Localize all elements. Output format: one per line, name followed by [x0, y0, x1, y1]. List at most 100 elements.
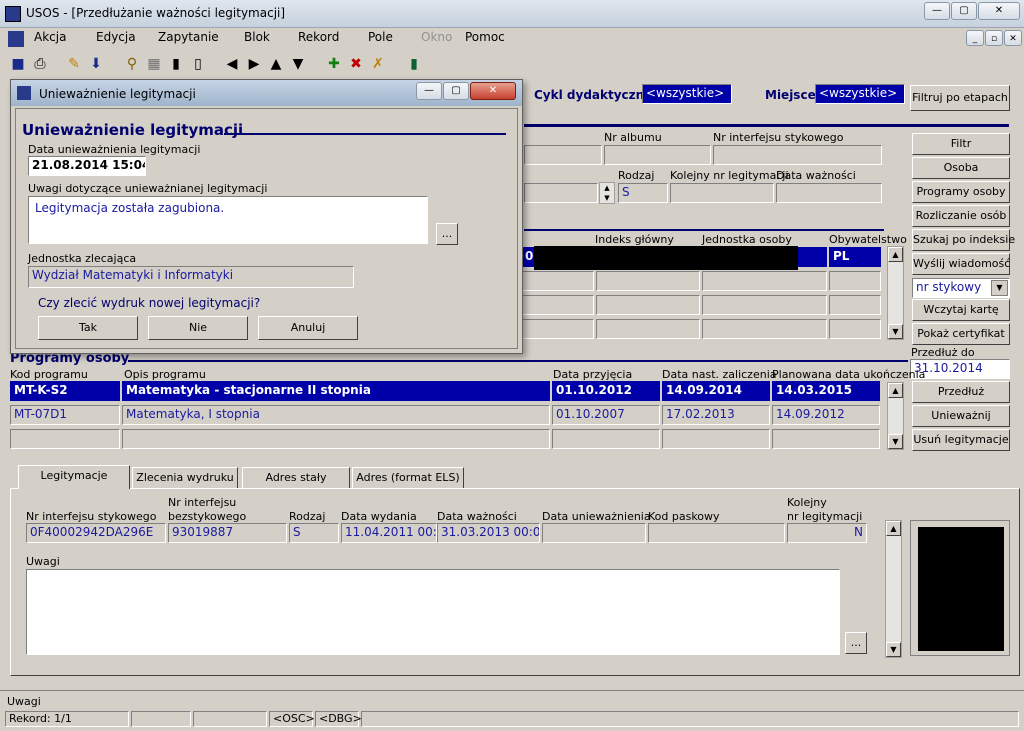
nr-styk-field[interactable]: 0F40002942DA296E [26, 523, 166, 543]
program-row-2-plan[interactable]: 14.09.2012 [772, 405, 880, 425]
menu-blok[interactable]: Blok [244, 30, 270, 44]
program-row-3-opis[interactable] [122, 429, 550, 449]
print-icon[interactable]: ⎙ [30, 54, 50, 74]
person-row-2-a[interactable] [522, 271, 594, 291]
program-row-3-nast[interactable] [662, 429, 770, 449]
person-row-3-d[interactable] [829, 295, 881, 315]
uwagi-textarea[interactable] [26, 569, 840, 655]
uwagi-dialog-textarea[interactable]: Legitymacja została zagubiona. [28, 196, 428, 244]
menu-pomoc[interactable]: Pomoc [465, 30, 505, 44]
uwagi-dialog-more-button[interactable]: ... [436, 223, 458, 245]
prev-icon[interactable]: ◀ [222, 54, 242, 74]
nr-albumu-field-left[interactable] [524, 145, 602, 165]
person-row-4-b[interactable] [596, 319, 700, 339]
wyslij-wiadomosc-button[interactable]: Wyślij wiadomość [912, 253, 1010, 275]
edit-icon[interactable]: ✎ [64, 54, 84, 74]
tab-adres-staly[interactable]: Adres stały [242, 467, 350, 488]
add-icon[interactable]: ✚ [324, 54, 344, 74]
filtr-button[interactable]: Filtr [912, 133, 1010, 155]
persons-scrollbar[interactable]: ▲ ▼ [887, 246, 904, 340]
spinner-icon[interactable]: ▲ ▼ [599, 182, 615, 204]
kod-paskowy-field[interactable] [648, 523, 785, 543]
program-row-2-nast[interactable]: 17.02.2013 [662, 405, 770, 425]
anuluj-button[interactable]: Anuluj [258, 316, 358, 340]
szukaj-po-indeksie-button[interactable]: Szukaj po indeksie [912, 229, 1015, 251]
data-waznosci-field[interactable] [776, 183, 882, 203]
nie-button[interactable]: Nie [148, 316, 248, 340]
program-row-3-przyjecia[interactable] [552, 429, 660, 449]
menu-rekord[interactable]: Rekord [298, 30, 339, 44]
cykl-field[interactable]: <wszystkie> [642, 84, 732, 104]
data-waznosci-legit-field[interactable]: 31.03.2013 00:00 [437, 523, 540, 543]
kolejny-nr-legit-field[interactable]: N [787, 523, 867, 543]
mdi-restore-button[interactable]: ▫ [985, 30, 1003, 46]
person-row-4-c[interactable] [702, 319, 827, 339]
clear-icon[interactable]: ✗ [368, 54, 388, 74]
nr-bez-field[interactable]: 93019887 [168, 523, 287, 543]
person-row-4-a[interactable] [522, 319, 594, 339]
dialog-maximize-button[interactable]: ▢ [443, 82, 469, 100]
minimize-button[interactable]: — [924, 2, 950, 20]
programy-osoby-button[interactable]: Programy osoby [912, 181, 1010, 203]
person-row-2-c[interactable] [702, 271, 827, 291]
tab-legitymacje[interactable]: Legitymacje [18, 465, 130, 489]
dialog-minimize-button[interactable]: — [416, 82, 442, 100]
wczytaj-karte-button[interactable]: Wczytaj kartę [912, 299, 1010, 321]
data-uniewaznienia-input[interactable]: 21.08.2014 15:04 [28, 156, 146, 176]
program-row-2-kod[interactable]: MT-07D1 [10, 405, 120, 425]
save-icon[interactable]: ■ [8, 54, 28, 74]
exit-icon[interactable]: ▮ [404, 54, 424, 74]
top-form-field-left[interactable] [524, 183, 598, 203]
program-row-1-nast[interactable]: 14.09.2014 [662, 381, 770, 401]
bar-chart-2-icon[interactable]: ▯ [188, 54, 208, 74]
download-icon[interactable]: ⬇ [86, 54, 106, 74]
program-row-1-opis[interactable]: Matematyka - stacjonarne II stopnia [122, 381, 550, 401]
mdi-close-button[interactable]: ✕ [1004, 30, 1022, 46]
scroll-down-icon[interactable]: ▼ [886, 642, 901, 657]
person-row-2-d[interactable] [829, 271, 881, 291]
program-row-3-plan[interactable] [772, 429, 880, 449]
menu-akcja[interactable]: Akcja [34, 30, 66, 44]
down-icon[interactable]: ▼ [288, 54, 308, 74]
uwagi-more-button[interactable]: ... [845, 632, 867, 654]
program-row-1-plan[interactable]: 14.03.2015 [772, 381, 880, 401]
scroll-up-icon[interactable]: ▲ [886, 521, 901, 536]
uniewaznij-button[interactable]: Unieważnij [912, 405, 1010, 427]
pokaz-certyfikat-button[interactable]: Pokaż certyfikat [912, 323, 1010, 345]
close-button[interactable]: ✕ [978, 2, 1020, 20]
scroll-up-icon[interactable]: ▲ [888, 247, 903, 262]
usun-legitymacje-button[interactable]: Usuń legitymacje [912, 429, 1010, 451]
grid-icon[interactable]: ▦ [144, 54, 164, 74]
person-row-prefix[interactable]: 0 [522, 247, 534, 267]
program-row-1-kod[interactable]: MT-K-S2 [10, 381, 120, 401]
scroll-down-icon[interactable]: ▼ [888, 324, 903, 339]
maximize-button[interactable]: ▢ [951, 2, 977, 20]
program-row-3-kod[interactable] [10, 429, 120, 449]
tab-adres-els[interactable]: Adres (format ELS) [352, 467, 464, 488]
jednostka-field[interactable]: Wydział Matematyki i Informatyki [28, 266, 354, 288]
miejsce-field[interactable]: <wszystkie> [815, 84, 905, 104]
menu-zapytanie[interactable]: Zapytanie [158, 30, 219, 44]
person-row-selected[interactable] [798, 247, 827, 267]
tak-button[interactable]: Tak [38, 316, 138, 340]
legit-scrollbar[interactable]: ▲ ▼ [885, 520, 902, 658]
person-row-4-d[interactable] [829, 319, 881, 339]
person-row-2-b[interactable] [596, 271, 700, 291]
menu-pole[interactable]: Pole [368, 30, 393, 44]
delete-icon[interactable]: ✖ [346, 54, 366, 74]
przedluz-button[interactable]: Przedłuż [912, 381, 1010, 403]
tab-zlecenia-wydruku[interactable]: Zlecenia wydruku [132, 467, 238, 488]
scroll-down-icon[interactable]: ▼ [888, 434, 903, 449]
menu-edycja[interactable]: Edycja [96, 30, 136, 44]
obywatelstwo-field[interactable]: PL [829, 247, 881, 267]
nr-albumu-field[interactable] [604, 145, 711, 165]
program-row-2-przyjecia[interactable]: 01.10.2007 [552, 405, 660, 425]
bar-chart-icon[interactable]: ▮ [166, 54, 186, 74]
mdi-minimize-button[interactable]: _ [966, 30, 984, 46]
rodzaj-field[interactable]: S [618, 183, 668, 203]
person-row-3-c[interactable] [702, 295, 827, 315]
up-icon[interactable]: ▲ [266, 54, 286, 74]
nr-interfejsu-field[interactable] [713, 145, 882, 165]
next-icon[interactable]: ▶ [244, 54, 264, 74]
chevron-down-icon[interactable]: ▼ [991, 280, 1008, 296]
